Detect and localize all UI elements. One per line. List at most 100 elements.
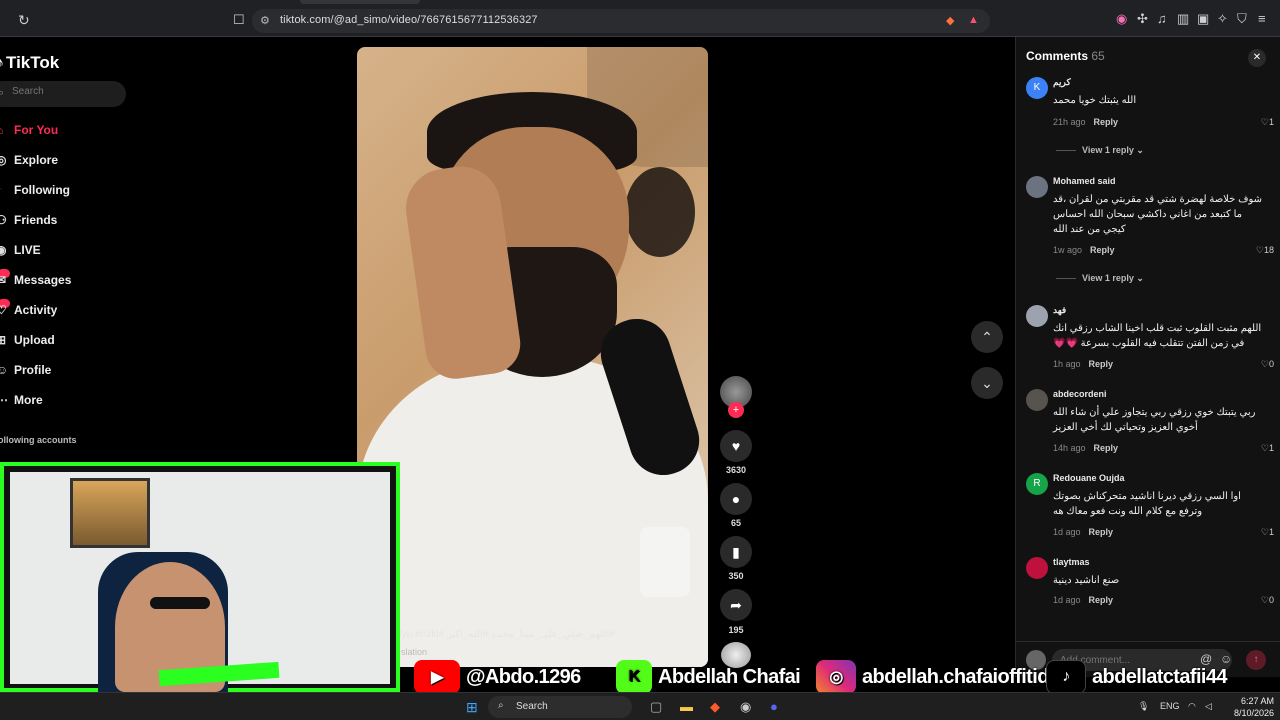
file-explorer-icon[interactable]: ▬	[680, 699, 693, 714]
discord-icon[interactable]: ●	[770, 699, 778, 714]
sidebar-item-more[interactable]: ⋯ More	[0, 389, 43, 411]
comment-like-count: 1	[1268, 527, 1274, 537]
sidebar-item-messages[interactable]: ✉ Messages	[0, 269, 71, 291]
comment-text: اللهم مثبت القلوب ثبت قلب اخينا الشاب رز…	[1053, 323, 1262, 349]
wallet-icon[interactable]: ▣	[1197, 11, 1209, 27]
comment-author[interactable]: abdecordeni	[1053, 389, 1107, 399]
heart-outline-icon: ♡	[1260, 359, 1269, 369]
comment-time: 1h ago	[1053, 359, 1081, 369]
comment-author[interactable]: كريم	[1053, 77, 1071, 88]
previous-video-button[interactable]: ⌃	[971, 321, 1003, 353]
follow-plus-icon[interactable]: +	[728, 402, 744, 418]
avatar[interactable]	[1026, 389, 1048, 411]
leo-icon[interactable]: ✧	[1217, 11, 1228, 27]
comment-like-button[interactable]: ♡18	[1244, 245, 1274, 256]
comment-author[interactable]: Redouane Oujda	[1053, 473, 1125, 483]
reply-button[interactable]: Reply	[1089, 359, 1114, 369]
sidebar-item-live[interactable]: ◉ LIVE	[0, 239, 41, 261]
comment-time: 1d ago	[1053, 527, 1081, 537]
comment-author[interactable]: فهد	[1053, 305, 1066, 316]
comment-like-button[interactable]: ♡1	[1244, 443, 1274, 454]
heart-outline-icon: ♡	[1260, 117, 1269, 127]
volume-icon[interactable]: ◁	[1205, 701, 1212, 712]
wifi-icon[interactable]: ◠	[1188, 701, 1196, 712]
youtube-handle: ▶ @Abdo.1296	[414, 660, 581, 694]
brave-icon[interactable]: ◆	[710, 699, 720, 715]
like-count: 3630	[725, 465, 747, 475]
bookmark-icon: ▮	[732, 544, 740, 560]
reply-button[interactable]: Reply	[1090, 245, 1115, 255]
reload-icon[interactable]: ↻	[18, 12, 30, 29]
taskbar-search[interactable]: ⌕ Search	[488, 696, 632, 718]
see-translation-link[interactable]: slation	[401, 647, 427, 657]
avatar[interactable]	[1026, 305, 1048, 327]
active-tab[interactable]	[300, 0, 420, 4]
sidebar-item-profile[interactable]: ☺ Profile	[0, 359, 51, 381]
playlist-icon[interactable]: ♫	[1157, 11, 1167, 26]
brave-shield-icon[interactable]: ◆	[946, 14, 954, 27]
view-replies-button[interactable]: View 1 reply ⌄	[1056, 273, 1144, 284]
task-view-icon[interactable]: ▢	[650, 699, 662, 715]
site-info-icon[interactable]: ⚙	[260, 14, 270, 27]
like-button[interactable]: ♥	[720, 430, 752, 462]
avatar[interactable]	[1026, 176, 1048, 198]
comments-count: 65	[1091, 49, 1105, 63]
obs-icon[interactable]: ◉	[740, 699, 751, 715]
comment-button[interactable]: ●	[720, 483, 752, 515]
taskbar: ⊞ ⌕ Search ▢ ▬ ◆ ◉ ● 🎙 ENG ◠ ◁ 6:27 AM 8/…	[0, 692, 1280, 720]
reply-button[interactable]: Reply	[1089, 527, 1114, 537]
search-input[interactable]	[12, 86, 112, 97]
instagram-handle: ◎ abdellah.chafaioffitid	[816, 660, 1049, 694]
comment-time: 1w ago	[1053, 245, 1083, 255]
comment-like-button[interactable]: ♡0	[1244, 595, 1274, 606]
search-box[interactable]: ⌕	[0, 81, 126, 107]
youtube-icon: ▶	[414, 660, 460, 694]
comment-like-button[interactable]: ♡1	[1244, 117, 1274, 128]
comment-like-count: 1	[1268, 117, 1274, 127]
share-icon: ➦	[730, 597, 742, 613]
sidebar-item-explore[interactable]: ◎ Explore	[0, 149, 58, 171]
menu-icon[interactable]: ≡	[1258, 11, 1266, 26]
comments-header: Comments 65	[1026, 49, 1105, 63]
share-button[interactable]: ➦	[720, 589, 752, 621]
avatar[interactable]: K	[1026, 77, 1048, 99]
bookmark-icon[interactable]: ☐	[233, 12, 245, 28]
sidebar-item-friends[interactable]: ⚇ Friends	[0, 209, 57, 231]
reply-button[interactable]: Reply	[1094, 117, 1119, 127]
youtube-handle-text: @Abdo.1296	[466, 665, 581, 688]
comment-like-button[interactable]: ♡0	[1244, 359, 1274, 370]
sidebar-icon[interactable]: ▥	[1177, 11, 1189, 27]
social-banner: ▶ @Abdo.1296 K Abdellah Chafai ◎ abdellah.c…	[400, 660, 1280, 696]
comment-like-count: 0	[1268, 359, 1274, 369]
puzzle-icon[interactable]: ✣	[1137, 11, 1148, 27]
address-bar[interactable]: ⚙ tiktok.com/@ad_simo/video/766761567711…	[252, 9, 990, 33]
avatar[interactable]: R	[1026, 473, 1048, 495]
save-button[interactable]: ▮	[720, 536, 752, 568]
sidebar-item-label: Messages	[14, 273, 72, 287]
tiktok-logo[interactable]: ♪ TikTok	[0, 53, 59, 73]
reply-button[interactable]: Reply	[1094, 443, 1119, 453]
windows-start-icon[interactable]: ⊞	[466, 699, 478, 716]
language-indicator[interactable]: ENG	[1160, 701, 1180, 711]
system-clock[interactable]: 6:27 AM 8/10/2026	[1224, 695, 1274, 719]
microphone-icon[interactable]: 🎙	[1138, 701, 1149, 712]
next-video-button[interactable]: ⌄	[971, 367, 1003, 399]
comment-like-button[interactable]: ♡1	[1244, 527, 1274, 538]
brave-rewards-icon[interactable]: ▲	[968, 14, 979, 26]
sidebar-item-label: Explore	[14, 153, 59, 167]
sidebar-item-upload[interactable]: ⊞ Upload	[0, 329, 55, 351]
video-player[interactable]: #اللهم_صلي_على_نبينا_محمد #الله_اكبر #fy…	[357, 47, 708, 667]
close-comments-button[interactable]: ✕	[1248, 49, 1266, 67]
comment-author[interactable]: Mohamed said	[1053, 176, 1116, 186]
comment-author[interactable]: tlaytmas	[1053, 557, 1090, 567]
sidebar-item-following[interactable]: ◐Following	[0, 179, 70, 201]
extension-icon[interactable]: ◉	[1116, 11, 1127, 27]
vpn-icon[interactable]: ⛉	[1237, 11, 1247, 27]
sidebar-item-for-you[interactable]: ⌂For You	[0, 119, 58, 141]
sidebar-item-activity[interactable]: ♡ Activity	[0, 299, 57, 321]
view-replies-button[interactable]: View 1 reply ⌄	[1056, 145, 1144, 156]
reply-button[interactable]: Reply	[1089, 595, 1114, 605]
chevron-down-icon: ⌄	[1136, 145, 1144, 155]
avatar[interactable]	[1026, 557, 1048, 579]
sidebar-item-label: LIVE	[14, 243, 41, 257]
